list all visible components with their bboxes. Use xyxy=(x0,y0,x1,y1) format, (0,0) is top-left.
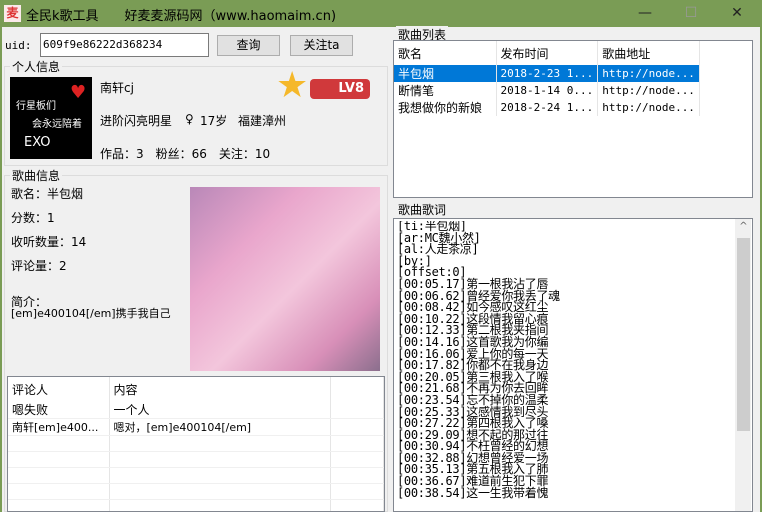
song-time: 2018-2-23 1... xyxy=(496,65,599,82)
comment-content: 嗯对，[em]e400104[/em] xyxy=(109,418,331,436)
app-icon: 麦 xyxy=(4,5,21,22)
column-header-song-url[interactable]: 歌曲地址 xyxy=(597,41,700,65)
heart-icon: ♥ xyxy=(70,82,87,103)
profile-stats: 作品：3 粉丝：66 关注：10 xyxy=(100,147,271,161)
song-time: 2018-1-14 0... xyxy=(496,82,599,99)
close-button[interactable]: ✕ xyxy=(714,0,760,27)
song-url: http://node... xyxy=(597,99,700,116)
song-intro: [em]e400104[/em]携手我自己 xyxy=(11,307,171,320)
avatar-text: EXO xyxy=(24,135,51,150)
column-header-publish-time[interactable]: 发布时间 xyxy=(496,41,599,65)
avatar-text: 会永远陪着 xyxy=(32,119,82,130)
avatar-text: 行星板们 xyxy=(16,101,56,112)
comment-row[interactable]: 嗯失败 一个人 xyxy=(8,401,384,419)
comment-row[interactable]: 南轩[em]e400... 嗯对，[em]e400104[/em] xyxy=(8,418,384,436)
window-border xyxy=(0,27,2,512)
avatar: 行星板们 会永远陪着 EXO ♥ xyxy=(10,77,92,159)
column-header-commenter[interactable]: 评论人 xyxy=(8,377,110,401)
minimize-button[interactable]: — xyxy=(622,0,668,27)
song-name: 断情笔 xyxy=(394,82,497,99)
uid-input[interactable]: 609f9e86222d368234 xyxy=(40,33,209,57)
song-comment-count: 评论量：2 xyxy=(11,259,67,273)
comments-list[interactable]: 评论人 内容 嗯失败 一个人 南轩[em]e400... 嗯对，[em]e400104… xyxy=(7,376,385,512)
song-name: 半包烟 xyxy=(394,65,497,82)
scrollbar-thumb[interactable] xyxy=(737,238,750,431)
profile-age: 17岁 xyxy=(200,114,228,128)
song-name: 歌名：半包烟 xyxy=(11,187,84,201)
window-title: 全民k歌工具 好麦麦源码网（www.haomaim.cn) xyxy=(26,9,337,24)
song-list[interactable]: 歌名 发布时间 歌曲地址 半包烟 2018-2-23 1... http://node.… xyxy=(393,40,753,198)
song-name: 我想做你的新娘 xyxy=(394,99,497,116)
profile-name: 南轩cj xyxy=(100,81,134,95)
star-icon: ★ xyxy=(276,65,309,106)
column-header-song-name[interactable]: 歌名 xyxy=(394,41,497,65)
profile-gender: ♀ xyxy=(185,112,194,126)
lyrics-label: 歌曲歌词 xyxy=(396,201,449,218)
commenter: 嗯失败 xyxy=(8,401,110,419)
song-time: 2018-2-24 1... xyxy=(496,99,599,116)
follow-button[interactable]: 关注ta xyxy=(290,35,353,56)
comment-content: 一个人 xyxy=(109,401,331,419)
profile-location: 福建漳州 xyxy=(238,114,287,128)
song-url: http://node... xyxy=(597,65,700,82)
uid-label: uid: xyxy=(5,39,32,52)
profile-title: 进阶闪亮明星 xyxy=(100,114,173,128)
search-button[interactable]: 查询 xyxy=(217,35,280,56)
song-row[interactable]: 半包烟 2018-2-23 1... http://node... xyxy=(394,65,700,82)
level-badge: LV8 xyxy=(310,79,370,99)
song-info-group-label: 歌曲信息 xyxy=(10,167,63,184)
song-cover-image xyxy=(190,187,380,371)
song-score: 分数：1 xyxy=(11,211,55,225)
commenter: 南轩[em]e400... xyxy=(8,418,110,436)
profile-group-label: 个人信息 xyxy=(10,58,63,75)
lyrics-text: [ti:半包烟] [ar:MC魏小然] [al:人走茶凉] [by:] [off… xyxy=(397,221,560,500)
song-listens: 收听数量：14 xyxy=(11,235,87,249)
song-row[interactable]: 断情笔 2018-1-14 0... http://node... xyxy=(394,82,700,99)
maximize-button[interactable]: ☐ xyxy=(668,0,714,27)
column-header-content[interactable]: 内容 xyxy=(109,377,331,401)
song-url: http://node... xyxy=(597,82,700,99)
song-row[interactable]: 我想做你的新娘 2018-2-24 1... http://node... xyxy=(394,99,700,116)
scroll-up-icon[interactable]: ^ xyxy=(737,221,750,232)
